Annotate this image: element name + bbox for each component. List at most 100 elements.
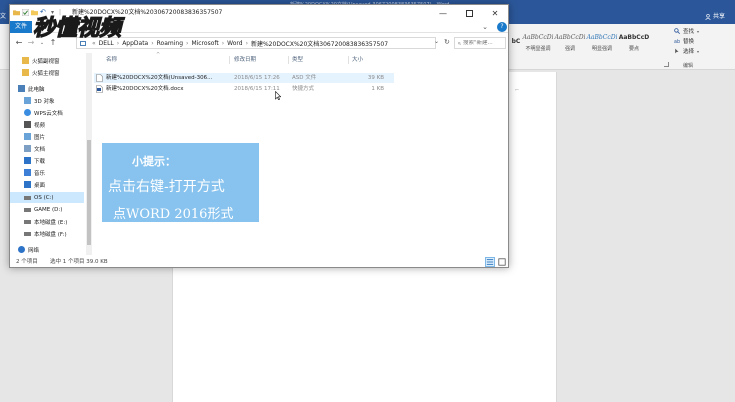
folder-icon: [13, 10, 20, 16]
sidebar-item[interactable]: 音乐: [10, 167, 84, 178]
sidebar-item-label: 火狐主视窗: [32, 70, 60, 77]
picture-icon: [24, 133, 31, 140]
breadcrumb-separator[interactable]: ›: [186, 40, 188, 47]
sidebar-item[interactable]: WPS云文档: [10, 107, 84, 118]
style-item[interactable]: AaBbCcDi 强调: [554, 28, 586, 58]
column-header-type[interactable]: 类型: [292, 55, 303, 65]
sidebar-item[interactable]: 火狐主视窗: [10, 67, 84, 78]
help-button[interactable]: ?: [497, 22, 507, 32]
document-icon: [24, 145, 31, 152]
file-type: ASD 文件: [292, 75, 317, 81]
share-button[interactable]: 共享: [705, 12, 733, 22]
tip-overlay: 小提示： 点击右键-打开方式 点WORD 2016形式: [102, 143, 259, 222]
column-header-size[interactable]: 大小: [352, 55, 363, 65]
style-item[interactable]: AaBbCcDi 明显强调: [586, 28, 618, 58]
breadcrumb-segment[interactable]: Roaming: [157, 40, 183, 47]
maximize-icon: [465, 9, 473, 17]
chevron-down-icon: ▾: [697, 48, 700, 54]
sidebar-item-label: OS (C:): [34, 194, 54, 201]
file-row[interactable]: 新建%20DOCX%20文档(Unsaved-306... 2018/6/15 1…: [94, 73, 394, 83]
cube-icon: [24, 97, 31, 104]
details-view-icon: [486, 259, 494, 265]
column-divider[interactable]: [229, 56, 230, 64]
sidebar-item-label: 3D 对象: [34, 98, 55, 105]
network-icon: [18, 246, 25, 253]
sidebar-item[interactable]: 下载: [10, 155, 84, 166]
style-label: 明显强调: [591, 46, 612, 52]
back-button[interactable]: ←: [14, 38, 24, 48]
refresh-button[interactable]: ↻: [444, 38, 452, 46]
column-header-name[interactable]: 名称: [106, 55, 117, 65]
checkmark-icon[interactable]: [22, 9, 29, 16]
replace-icon: ab: [674, 39, 680, 44]
style-item[interactable]: bC: [510, 28, 522, 58]
breadcrumb-segment[interactable]: Microsoft: [191, 40, 218, 47]
breadcrumb-separator[interactable]: ›: [151, 40, 153, 47]
find-label: 查找: [683, 29, 695, 35]
style-item[interactable]: AaBbCcD 要点: [618, 28, 650, 58]
select-button[interactable]: 选择 ▾: [674, 46, 732, 56]
close-button[interactable]: ✕: [482, 5, 508, 21]
drive-icon: [24, 219, 31, 224]
sidebar-item[interactable]: 此电脑: [10, 83, 84, 94]
sidebar-item[interactable]: OS (C:): [10, 192, 84, 203]
sidebar-item[interactable]: GAME (D:): [10, 204, 84, 215]
maximize-button[interactable]: [456, 5, 482, 21]
desktop-icon: [24, 181, 31, 188]
drive-icon: [24, 195, 31, 200]
sidebar-item[interactable]: 本地磁盘 (F:): [10, 228, 84, 239]
logo-text: 秒懂视频: [33, 16, 125, 41]
mouse-cursor-icon: [275, 91, 281, 100]
file-explorer-window: ↶ ▾ | 新建%20DOCX%20文档%2030672008383635750…: [9, 4, 509, 268]
address-dropdown-button[interactable]: ⌄: [434, 38, 439, 45]
chevron-down-icon: ⌄: [434, 38, 440, 45]
sidebar-item[interactable]: 图片: [10, 131, 84, 142]
ribbon-expand-button[interactable]: ⌄: [480, 22, 490, 32]
cloud-icon: [24, 109, 31, 116]
refresh-icon: ↻: [444, 38, 450, 46]
search-input[interactable]: [463, 40, 505, 46]
column-header-date[interactable]: 修改日期: [234, 55, 256, 65]
sidebar-item-label: 本地磁盘 (F:): [34, 231, 67, 238]
details-view-button[interactable]: [485, 257, 495, 267]
styles-dialog-launcher[interactable]: [664, 62, 669, 67]
close-icon: ✕: [491, 8, 499, 18]
svg-text:ab: ab: [674, 39, 680, 44]
breadcrumb-separator[interactable]: ›: [222, 40, 224, 47]
replace-button[interactable]: ab 替换: [674, 36, 732, 46]
file-date: 2018/6/15 17:11: [234, 86, 280, 92]
download-icon: [24, 157, 31, 164]
search-box[interactable]: [454, 37, 506, 49]
minimize-button[interactable]: —: [430, 5, 456, 21]
sidebar-item-label: GAME (D:): [34, 206, 63, 213]
sidebar-item[interactable]: 本地磁盘 (E:): [10, 216, 84, 227]
chevron-down-icon: ▾: [697, 28, 700, 34]
item-count: 2 个项目: [16, 259, 38, 265]
style-label: 强调: [564, 46, 575, 52]
style-item[interactable]: AaBbCcDi 不明显强调: [522, 28, 554, 58]
style-sample: AaBbCcD: [618, 34, 650, 41]
sidebar-item[interactable]: 火狐副视窗: [10, 55, 84, 66]
help-icon: ?: [500, 23, 504, 30]
file-row[interactable]: 新建%20DOCX%20文档.docx 2018/6/15 17:11 快捷方式 1 …: [94, 84, 394, 94]
chevron-down-icon: ⌄: [482, 23, 488, 31]
find-button[interactable]: 查找 ▾: [674, 26, 732, 36]
column-divider[interactable]: [288, 56, 289, 64]
breadcrumb-segment[interactable]: Word: [227, 40, 242, 47]
sidebar-item[interactable]: 网络: [10, 244, 84, 255]
sidebar-item[interactable]: 文档: [10, 143, 84, 154]
breadcrumb-segment[interactable]: 新建%20DOCX%20文档306720083836357507: [251, 39, 388, 48]
breadcrumb-separator[interactable]: ›: [246, 40, 248, 47]
file-size: 39 KB: [367, 75, 384, 81]
scrollbar-thumb[interactable]: [87, 140, 91, 245]
column-divider[interactable]: [348, 56, 349, 64]
file-type: 快捷方式: [292, 86, 315, 92]
drive-icon: [24, 207, 31, 212]
share-label: 共享: [713, 13, 726, 20]
sidebar-item[interactable]: 桌面: [10, 179, 84, 190]
explorer-file-tab[interactable]: 文件: [10, 21, 32, 33]
style-sample: bC: [511, 37, 521, 45]
sidebar-item[interactable]: 3D 对象: [10, 95, 84, 106]
large-icons-view-button[interactable]: [497, 257, 507, 267]
sidebar-item[interactable]: 视频: [10, 119, 84, 130]
